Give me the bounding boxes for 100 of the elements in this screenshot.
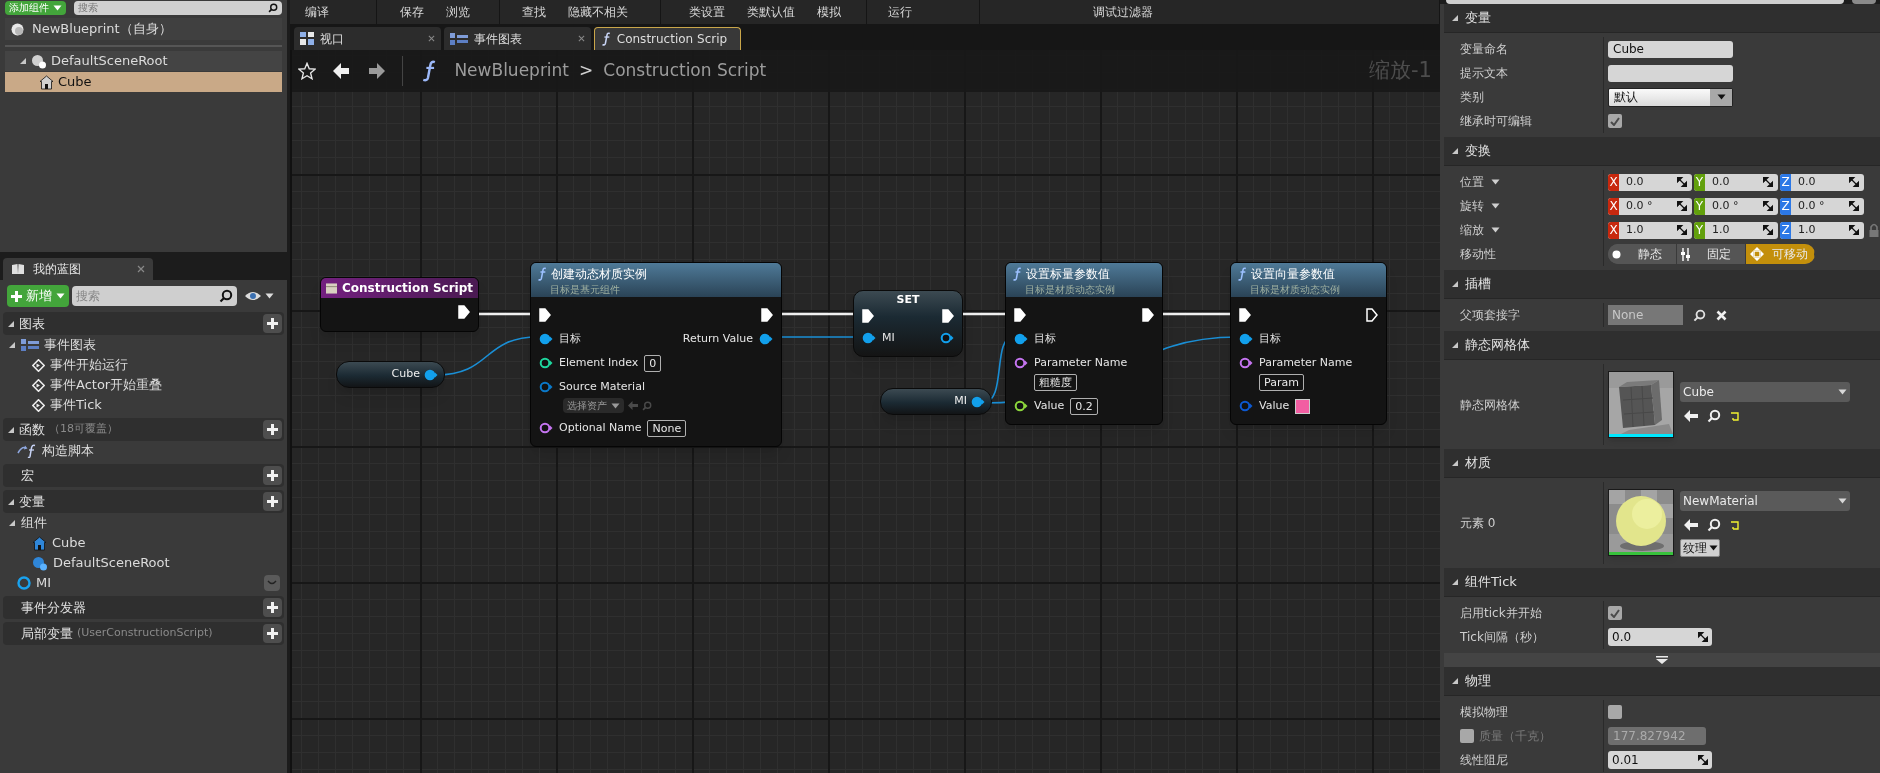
spinner-icon[interactable] — [1849, 201, 1859, 211]
expander-icon[interactable] — [1451, 14, 1459, 22]
pin-value-field[interactable]: Param — [1259, 374, 1304, 391]
section-header[interactable]: 物理 — [1444, 667, 1880, 696]
number-field[interactable]: X 0.0 — [1608, 173, 1692, 191]
variable-node[interactable]: MI — [880, 388, 992, 415]
pin-icon[interactable] — [862, 332, 876, 344]
lock-icon[interactable] — [1869, 222, 1879, 238]
spinner-icon[interactable] — [1698, 632, 1708, 642]
pin-icon[interactable] — [1014, 357, 1028, 369]
checkbox[interactable] — [1608, 114, 1622, 128]
toolbar-button[interactable]: 浏览 — [446, 3, 470, 21]
expander-icon[interactable] — [19, 57, 27, 65]
tree-item[interactable]: DefaultSceneRoot — [53, 553, 170, 573]
exec-pin-icon[interactable] — [458, 305, 470, 319]
section-header[interactable]: 函数 （18可覆盖） — [3, 418, 284, 441]
spinner-icon[interactable] — [1763, 201, 1773, 211]
function-node[interactable]: 设置向量参数值 目标是材质动态实例 目标 Parameter Name Param Value — [1230, 262, 1387, 425]
pin-icon[interactable] — [1239, 333, 1253, 345]
mobility-selector[interactable]: 静态 固定 可移动 — [1608, 244, 1815, 264]
spinner-icon[interactable] — [1763, 225, 1773, 235]
add-button[interactable] — [263, 420, 282, 439]
expander-icon[interactable] — [1451, 341, 1459, 349]
expander-icon[interactable] — [7, 319, 15, 328]
expander-icon[interactable] — [1451, 677, 1459, 685]
exec-pin-icon[interactable] — [1239, 308, 1251, 322]
spinner-icon[interactable] — [1763, 177, 1773, 187]
asset-thumbnail[interactable] — [1608, 489, 1674, 556]
forward-arrow-icon[interactable] — [368, 62, 386, 80]
reset-icon[interactable] — [1730, 520, 1739, 530]
editor-tab[interactable]: 事件图表 — [444, 27, 591, 50]
toolbar-button[interactable]: 模拟 — [817, 3, 841, 21]
expander-icon[interactable] — [1451, 578, 1459, 586]
panel-tab[interactable]: 我的蓝图 — [3, 258, 153, 280]
arrow-left-icon[interactable] — [1684, 410, 1698, 422]
add-button[interactable] — [263, 598, 282, 617]
star-icon[interactable] — [298, 62, 316, 80]
search-icon[interactable] — [268, 2, 278, 13]
close-icon[interactable] — [137, 265, 145, 273]
pin-icon[interactable] — [1014, 333, 1028, 345]
pin-icon[interactable] — [1014, 400, 1028, 412]
checkbox[interactable] — [1608, 705, 1622, 719]
spinner-icon[interactable] — [1677, 177, 1687, 187]
color-swatch[interactable] — [1295, 398, 1311, 414]
text-field[interactable]: Cube — [1608, 40, 1733, 58]
pin-icon[interactable] — [940, 332, 954, 344]
add-button[interactable] — [263, 492, 282, 511]
search-icon[interactable] — [219, 289, 233, 303]
spinner-icon[interactable] — [1849, 177, 1859, 187]
exec-pin-icon[interactable] — [862, 309, 874, 323]
section-header[interactable]: 组件Tick — [1444, 568, 1880, 597]
number-field[interactable]: Y 0.0 — [1694, 173, 1778, 191]
arrow-left-icon[interactable] — [1684, 519, 1698, 531]
pin-icon[interactable] — [1239, 357, 1253, 369]
back-arrow-icon[interactable] — [332, 62, 350, 80]
number-field[interactable]: X 0.0 ° — [1608, 197, 1692, 215]
asset-picker[interactable]: 选择资产 — [563, 398, 624, 413]
search-icon[interactable] — [1693, 308, 1706, 322]
exec-pin-icon[interactable] — [1366, 308, 1378, 322]
entry-node[interactable]: Construction Script — [320, 277, 479, 332]
toolbar-button[interactable]: 保存 — [400, 3, 424, 21]
tree-item[interactable]: 事件Actor开始重叠 — [50, 375, 163, 395]
eye-icon[interactable] — [244, 290, 262, 302]
number-field[interactable]: Z 0.0 — [1780, 173, 1864, 191]
close-icon[interactable] — [428, 35, 435, 42]
section-header[interactable]: 变量 — [1444, 4, 1880, 33]
number-field[interactable]: Z 0.0 ° — [1780, 197, 1864, 215]
pin-value-field[interactable]: None — [647, 419, 687, 437]
pin-icon[interactable] — [759, 333, 773, 345]
tree-item[interactable]: 事件Tick — [50, 395, 102, 415]
number-field[interactable]: 0.01 — [1608, 751, 1712, 769]
checkbox[interactable] — [1608, 606, 1622, 620]
section-header[interactable]: 变量 — [3, 490, 284, 513]
toolbar-button[interactable]: 调试过滤器 — [1093, 3, 1153, 21]
tree-item[interactable]: 事件图表 — [44, 335, 96, 355]
set-node[interactable]: SET MI — [853, 290, 963, 357]
section-header[interactable]: 变换 — [1444, 137, 1880, 166]
tree-item[interactable]: 事件开始运行 — [50, 355, 128, 375]
pin-icon[interactable] — [539, 333, 553, 345]
function-node[interactable]: 创建动态材质实例 目标是基元组件 目标 Return Value Element Index 0 Source Material 选择资产 Optional Name None — [530, 262, 782, 447]
number-field[interactable]: Y 1.0 — [1694, 221, 1778, 239]
add-button[interactable] — [263, 466, 282, 485]
pin-value-field[interactable]: 0 — [644, 354, 662, 372]
section-header[interactable]: 事件分发器 — [3, 596, 284, 619]
spinner-icon[interactable] — [1698, 755, 1708, 765]
visibility-toggle[interactable] — [264, 575, 280, 591]
variable-node[interactable]: Cube — [336, 361, 445, 388]
toolbar-button[interactable]: 隐藏不相关 — [568, 3, 628, 21]
expander-icon[interactable] — [8, 519, 16, 527]
expander-icon[interactable] — [7, 497, 15, 506]
search-icon[interactable] — [1707, 409, 1721, 423]
section-header[interactable]: 宏 — [3, 464, 284, 487]
number-field[interactable]: 0.0 — [1608, 628, 1712, 646]
exec-pin-icon[interactable] — [1014, 308, 1026, 322]
toolbar-button[interactable]: 运行 — [888, 3, 912, 21]
expander-icon[interactable] — [7, 425, 15, 434]
section-header[interactable]: 插槽 — [1444, 270, 1880, 299]
mobility-option[interactable]: 静态 — [1608, 244, 1677, 264]
toolbar-button[interactable]: 类设置 — [689, 3, 725, 21]
section-header[interactable]: 材质 — [1444, 449, 1880, 478]
